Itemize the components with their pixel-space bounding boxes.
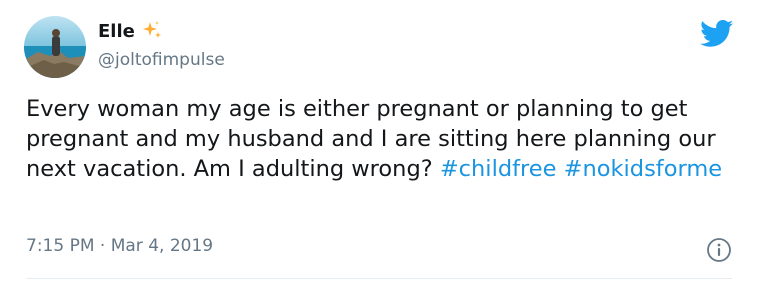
user-handle[interactable]: @joltofimpulse (98, 50, 225, 70)
tweet-date[interactable]: Mar 4, 2019 (111, 236, 213, 256)
display-name-text[interactable]: Elle (98, 21, 135, 42)
tweet-card: Elle @joltofimpulse Every woman my age i… (0, 0, 758, 284)
hashtag-nokidsforme[interactable]: #nokidsforme (564, 156, 722, 182)
avatar[interactable] (24, 16, 86, 78)
twitter-bird-icon[interactable] (700, 20, 734, 48)
timestamp-separator: · (99, 236, 106, 256)
tweet-time[interactable]: 7:15 PM (26, 236, 95, 256)
tweet-timestamp[interactable]: 7:15 PM · Mar 4, 2019 (26, 236, 213, 256)
hashtag-childfree[interactable]: #childfree (440, 156, 557, 182)
display-name[interactable]: Elle (98, 20, 163, 42)
info-icon[interactable] (706, 237, 732, 263)
divider (26, 278, 732, 279)
sparkles-icon (141, 20, 163, 42)
tweet-text: Every woman my age is either pregnant or… (26, 94, 736, 184)
